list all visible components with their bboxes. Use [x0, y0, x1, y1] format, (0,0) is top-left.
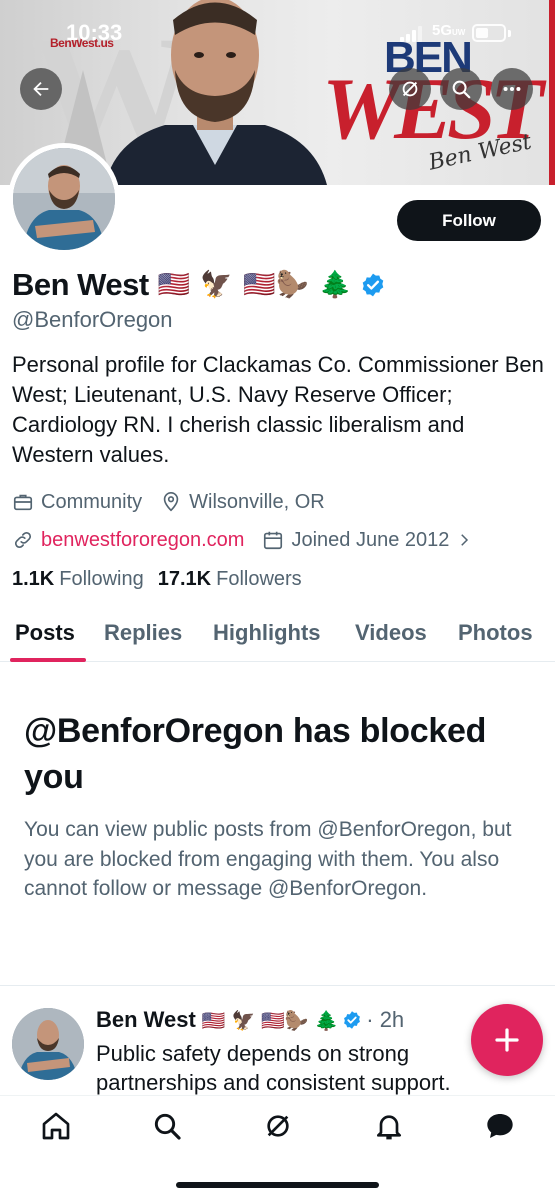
briefcase-icon — [13, 494, 33, 511]
grok-icon[interactable] — [262, 1110, 294, 1142]
post-author-emojis: 🇺🇸 🦅 🇺🇸🦫 🌲 — [201, 1009, 339, 1032]
location-pin-icon — [163, 492, 179, 512]
tab-videos[interactable]: Videos — [355, 620, 427, 646]
post-text[interactable]: Public safety depends on strong partners… — [96, 1039, 536, 1095]
search-button[interactable] — [440, 68, 482, 110]
arrow-left-icon — [33, 81, 49, 97]
post-header: Ben West 🇺🇸 🦅 🇺🇸🦫 🌲 · 2h — [96, 1006, 404, 1034]
profile-name: Ben West — [12, 267, 149, 302]
followers-label: Followers — [216, 568, 302, 590]
battery-icon — [472, 24, 506, 42]
network-suffix: UW — [452, 28, 466, 37]
website-link[interactable]: benwestfororegon.com — [41, 529, 244, 552]
tab-replies[interactable]: Replies — [104, 620, 182, 646]
more-horizontal-icon — [503, 86, 521, 92]
back-button[interactable] — [20, 68, 62, 110]
plus-icon — [495, 1028, 519, 1052]
verified-badge-icon — [344, 1011, 361, 1029]
calendar-icon — [264, 531, 283, 550]
compose-post-button[interactable] — [471, 1004, 543, 1076]
battery-tip — [508, 30, 511, 37]
profile-avatar[interactable] — [8, 143, 120, 255]
post-avatar-image — [12, 1008, 84, 1080]
section-divider — [0, 985, 555, 986]
profile-tabs: Posts Replies Highlights Videos Photos — [0, 612, 555, 662]
location-label: Wilsonville, OR — [189, 490, 325, 513]
verified-badge-icon[interactable] — [360, 272, 386, 298]
avatar-image — [13, 148, 115, 250]
profile-website[interactable]: benwestfororegon.com — [12, 529, 244, 552]
messages-icon[interactable] — [484, 1110, 516, 1142]
profile-meta-row-1: Community Wilsonville, OR — [12, 488, 343, 516]
notifications-bell-icon[interactable] — [373, 1110, 405, 1142]
post-avatar[interactable] — [12, 1008, 84, 1080]
following-count-link[interactable]: 1.1K Following — [12, 568, 144, 591]
profile-joined[interactable]: Joined June 2012 — [262, 529, 473, 552]
followers-count: 17.1K — [157, 568, 212, 590]
network-label: 5G — [432, 22, 453, 39]
grok-button[interactable] — [389, 68, 431, 110]
follow-counts: 1.1K Following 17.1K Followers — [12, 568, 316, 591]
chevron-right-icon — [461, 534, 469, 546]
more-options-button[interactable] — [491, 68, 533, 110]
link-icon — [14, 531, 32, 549]
home-indicator — [176, 1182, 379, 1188]
follow-button[interactable]: Follow — [397, 200, 541, 241]
avatar — [13, 148, 115, 250]
status-bar: 10:33 5GUW — [0, 0, 555, 60]
search-icon — [452, 80, 471, 99]
profile-bio: Personal profile for Clackamas Co. Commi… — [12, 352, 544, 467]
network-type: 5GUW — [432, 22, 465, 39]
tab-photos[interactable]: Photos — [458, 620, 533, 646]
status-time: 10:33 — [66, 20, 123, 45]
tab-posts[interactable]: Posts — [15, 620, 75, 646]
profile-name-emojis: 🇺🇸 🦅 🇺🇸🦫 🌲 — [157, 270, 353, 300]
joined-label: Joined June 2012 — [291, 528, 450, 551]
profile-category[interactable]: Community — [12, 491, 142, 514]
profile-name-row: Ben West 🇺🇸 🦅 🇺🇸🦫 🌲 — [12, 266, 386, 304]
active-tab-indicator — [10, 658, 86, 662]
profile-handle: @BenforOregon — [12, 307, 173, 332]
post-author-name[interactable]: Ben West — [96, 1007, 196, 1033]
profile-meta-row-2: benwestfororegon.com Joined June 2012 — [12, 526, 491, 554]
tab-highlights[interactable]: Highlights — [213, 620, 321, 646]
grok-icon — [402, 81, 418, 97]
home-icon[interactable] — [40, 1110, 72, 1142]
following-label: Following — [59, 568, 144, 590]
followers-count-link[interactable]: 17.1K Followers — [158, 568, 302, 591]
following-count: 1.1K — [12, 568, 55, 590]
blocked-title: @BenforOregon has blocked you — [24, 712, 487, 796]
explore-search-icon[interactable] — [151, 1110, 183, 1142]
blocked-description: You can view public posts from @BenforOr… — [24, 818, 512, 900]
category-label: Community — [41, 490, 143, 513]
cell-signal-icon — [400, 26, 424, 42]
profile-location: Wilsonville, OR — [160, 491, 325, 514]
post-timestamp: · 2h — [366, 1007, 405, 1032]
